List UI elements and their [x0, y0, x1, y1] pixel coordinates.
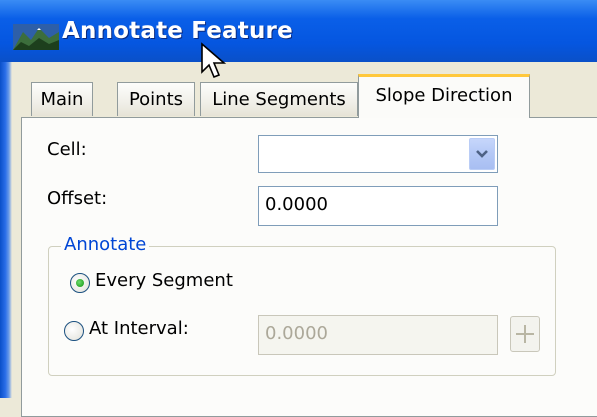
mouse-cursor-icon [201, 42, 227, 79]
every-segment-label[interactable]: Every Segment [95, 270, 233, 291]
annotate-group [48, 246, 556, 376]
radio-selected-dot [76, 279, 84, 287]
cell-label: Cell: [47, 139, 87, 160]
interval-input[interactable]: 0.0000 [258, 315, 498, 355]
window-title: Annotate Feature [62, 18, 293, 44]
cell-dropdown-button[interactable] [469, 138, 495, 170]
cell-combobox[interactable] [258, 135, 498, 173]
tab-slope-direction[interactable]: Slope Direction [358, 74, 530, 118]
every-segment-radio[interactable] [70, 273, 90, 293]
at-interval-radio[interactable] [64, 321, 84, 341]
tab-line-segments[interactable]: Line Segments [200, 82, 358, 116]
crosshair-icon [516, 325, 534, 343]
annotate-group-legend: Annotate [61, 234, 150, 255]
tab-points[interactable]: Points [117, 82, 195, 116]
chevron-down-icon [476, 150, 488, 158]
tab-main[interactable]: Main [31, 82, 93, 116]
title-bar[interactable]: Annotate Feature [0, 0, 597, 62]
app-icon [13, 24, 59, 50]
offset-input[interactable]: 0.0000 [258, 186, 498, 226]
at-interval-label[interactable]: At Interval: [89, 318, 189, 339]
window-frame-left [0, 62, 12, 398]
pick-interval-button[interactable] [510, 316, 540, 352]
offset-label: Offset: [47, 188, 108, 209]
